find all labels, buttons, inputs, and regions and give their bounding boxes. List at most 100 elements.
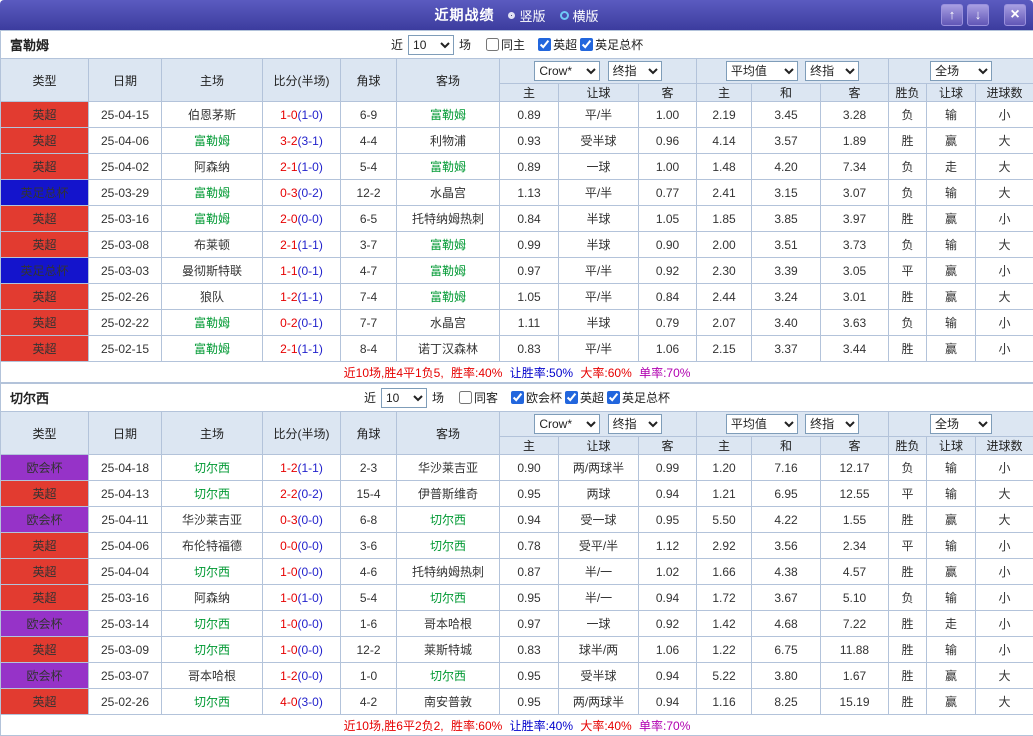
summary-segment: 单率:70% bbox=[639, 366, 690, 380]
home-team[interactable]: 富勒姆 bbox=[162, 206, 263, 232]
away-team[interactable]: 切尔西 bbox=[397, 507, 500, 533]
odds-home: 0.95 bbox=[500, 689, 559, 715]
away-team[interactable]: 切尔西 bbox=[397, 585, 500, 611]
home-team[interactable]: 哥本哈根 bbox=[162, 663, 263, 689]
home-team[interactable]: 切尔西 bbox=[162, 559, 263, 585]
goals-outcome: 小 bbox=[976, 336, 1033, 362]
home-team[interactable]: 富勒姆 bbox=[162, 336, 263, 362]
away-team[interactable]: 利物浦 bbox=[397, 128, 500, 154]
league-checkbox[interactable] bbox=[580, 38, 593, 51]
away-team[interactable]: 水晶宫 bbox=[397, 180, 500, 206]
home-team[interactable]: 阿森纳 bbox=[162, 154, 263, 180]
away-team[interactable]: 富勒姆 bbox=[397, 102, 500, 128]
league-filter[interactable]: 英足总杯 bbox=[607, 389, 670, 406]
away-team[interactable]: 切尔西 bbox=[397, 663, 500, 689]
home-team[interactable]: 布伦特福德 bbox=[162, 533, 263, 559]
home-team[interactable]: 切尔西 bbox=[162, 611, 263, 637]
avg-stage-select[interactable]: 终指 bbox=[805, 414, 859, 434]
league-filter[interactable]: 欧会杯 bbox=[511, 389, 562, 406]
league-filter[interactable]: 英足总杯 bbox=[580, 36, 643, 53]
same-venue-checkbox[interactable] bbox=[486, 38, 499, 51]
score: 2-1(1-1) bbox=[263, 232, 341, 258]
avg-draw: 3.85 bbox=[752, 206, 821, 232]
odds-provider-select[interactable]: Crow* bbox=[534, 414, 600, 434]
home-header: 主场 bbox=[162, 59, 263, 102]
move-up-button[interactable]: ↑ bbox=[941, 4, 963, 26]
away-team[interactable]: 富勒姆 bbox=[397, 258, 500, 284]
home-team[interactable]: 阿森纳 bbox=[162, 585, 263, 611]
same-venue-label: 同主 bbox=[501, 36, 525, 53]
match-scope-select[interactable]: 全场 bbox=[930, 61, 992, 81]
handicap-outcome: 走 bbox=[927, 611, 976, 637]
home-team[interactable]: 曼彻斯特联 bbox=[162, 258, 263, 284]
home-team[interactable]: 富勒姆 bbox=[162, 128, 263, 154]
home-team[interactable]: 切尔西 bbox=[162, 689, 263, 715]
odds-provider-select[interactable]: Crow* bbox=[534, 61, 600, 81]
match-count-select[interactable]: 10 bbox=[381, 388, 427, 408]
odds-stage-select[interactable]: 终指 bbox=[608, 414, 662, 434]
home-team[interactable]: 伯恩茅斯 bbox=[162, 102, 263, 128]
away-team[interactable]: 水晶宫 bbox=[397, 310, 500, 336]
home-team[interactable]: 切尔西 bbox=[162, 481, 263, 507]
result-header: 胜负 bbox=[889, 437, 927, 455]
games-label: 场 bbox=[459, 36, 471, 53]
league-checkbox[interactable] bbox=[607, 391, 620, 404]
halftime-score: (0-2) bbox=[298, 487, 323, 501]
away-team[interactable]: 富勒姆 bbox=[397, 284, 500, 310]
league-filter[interactable]: 英超 bbox=[565, 389, 604, 406]
avg-provider-select[interactable]: 平均值 bbox=[726, 414, 798, 434]
near-label: 近 bbox=[364, 389, 376, 406]
league-checkbox[interactable] bbox=[538, 38, 551, 51]
handicap-result-header: 让球 bbox=[927, 84, 976, 102]
match-scope-select[interactable]: 全场 bbox=[930, 414, 992, 434]
home-team[interactable]: 富勒姆 bbox=[162, 310, 263, 336]
avg-home: 1.72 bbox=[697, 585, 752, 611]
date-header: 日期 bbox=[89, 59, 162, 102]
match-row: 英超25-04-02阿森纳2-1(1-0)5-4富勒姆0.89一球1.001.4… bbox=[1, 154, 1033, 180]
away-team[interactable]: 切尔西 bbox=[397, 533, 500, 559]
away-team[interactable]: 托特纳姆热刺 bbox=[397, 206, 500, 232]
away-team[interactable]: 富勒姆 bbox=[397, 154, 500, 180]
match-count-select[interactable]: 10 bbox=[408, 35, 454, 55]
same-venue-filter[interactable]: 同客 bbox=[459, 389, 498, 406]
move-down-button[interactable]: ↓ bbox=[967, 4, 989, 26]
close-button[interactable]: × bbox=[1004, 4, 1026, 26]
away-team[interactable]: 哥本哈根 bbox=[397, 611, 500, 637]
halftime-score: (0-0) bbox=[298, 212, 323, 226]
league-checkbox[interactable] bbox=[511, 391, 524, 404]
summary-row: 近10场,胜6平2负2, 胜率:60% 让胜率:40% 大率:40% 单率:70… bbox=[1, 715, 1033, 736]
halftime-score: (0-0) bbox=[298, 669, 323, 683]
home-team[interactable]: 狼队 bbox=[162, 284, 263, 310]
match-row: 英超25-03-16富勒姆2-0(0-0)6-5托特纳姆热刺0.84半球1.05… bbox=[1, 206, 1033, 232]
avg-away: 3.73 bbox=[821, 232, 889, 258]
avg-draw: 3.40 bbox=[752, 310, 821, 336]
layout-horizontal-radio[interactable]: 横版 bbox=[560, 6, 599, 25]
odds-stage-select[interactable]: 终指 bbox=[608, 61, 662, 81]
fulltime-score: 1-0 bbox=[280, 108, 297, 122]
avg-provider-select[interactable]: 平均值 bbox=[726, 61, 798, 81]
same-venue-filter[interactable]: 同主 bbox=[486, 36, 525, 53]
away-team[interactable]: 莱斯特城 bbox=[397, 637, 500, 663]
away-team[interactable]: 华沙莱吉亚 bbox=[397, 455, 500, 481]
league-filter-label: 欧会杯 bbox=[526, 389, 562, 406]
home-team[interactable]: 切尔西 bbox=[162, 637, 263, 663]
away-team[interactable]: 南安普敦 bbox=[397, 689, 500, 715]
league-checkbox[interactable] bbox=[565, 391, 578, 404]
down-arrow-icon: ↓ bbox=[975, 7, 982, 22]
avg-stage-select[interactable]: 终指 bbox=[805, 61, 859, 81]
avg-away: 3.63 bbox=[821, 310, 889, 336]
layout-vertical-radio[interactable]: 竖版 bbox=[508, 6, 545, 25]
halftime-score: (1-1) bbox=[298, 461, 323, 475]
home-team[interactable]: 华沙莱吉亚 bbox=[162, 507, 263, 533]
odds-away: 0.95 bbox=[639, 507, 697, 533]
league-filter[interactable]: 英超 bbox=[538, 36, 577, 53]
away-team[interactable]: 托特纳姆热刺 bbox=[397, 559, 500, 585]
away-team[interactable]: 诺丁汉森林 bbox=[397, 336, 500, 362]
same-venue-checkbox[interactable] bbox=[459, 391, 472, 404]
fulltime-score: 0-2 bbox=[280, 316, 297, 330]
away-team[interactable]: 伊普斯维奇 bbox=[397, 481, 500, 507]
home-team[interactable]: 布莱顿 bbox=[162, 232, 263, 258]
home-team[interactable]: 富勒姆 bbox=[162, 180, 263, 206]
home-team[interactable]: 切尔西 bbox=[162, 455, 263, 481]
away-team[interactable]: 富勒姆 bbox=[397, 232, 500, 258]
